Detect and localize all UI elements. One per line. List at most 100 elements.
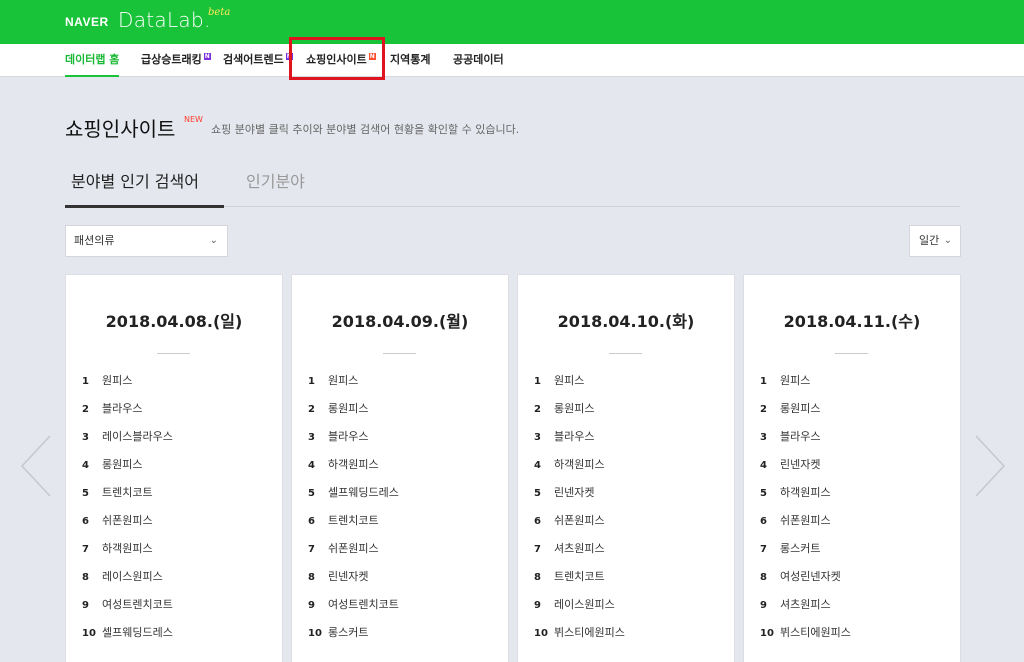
nav-item-trending[interactable]: 급상승트래킹 N [141, 44, 211, 77]
rank-item[interactable]: 2 롱원피스 [308, 400, 498, 428]
main-nav: 데이터랩 홈 급상승트래킹 N 검색어트렌드 N 쇼핑인사이트 N 지역통계 공공데이… [0, 44, 1024, 77]
ranking-card: 2018.04.09.(월) 1 원피스 2 롱원피스 3 블라우스 4 하객원피스 5 셀프웨딩… [291, 274, 509, 662]
nav-item-regional-stats[interactable]: 지역통계 [390, 44, 430, 77]
rank-number: 8 [308, 572, 315, 583]
rank-item[interactable]: 4 롱원피스 [82, 456, 272, 484]
rank-list: 1 원피스 2 롱원피스 3 블라우스 4 하객원피스 5 셀프웨딩드레스 6 트렌치코트 7 쉬폰원피스… [308, 372, 498, 652]
rank-number: 7 [760, 544, 767, 555]
rank-item[interactable]: 8 린넨자켓 [308, 568, 498, 596]
rank-number: 3 [534, 432, 541, 443]
rank-item[interactable]: 6 쉬폰원피스 [760, 512, 950, 540]
rank-number: 2 [308, 404, 315, 415]
rank-number: 10 [308, 628, 322, 639]
rank-number: 5 [82, 488, 89, 499]
rank-number: 1 [534, 376, 541, 387]
rank-item[interactable]: 9 셔츠원피스 [760, 596, 950, 624]
rank-keyword: 셀프웨딩드레스 [102, 626, 173, 639]
rank-item[interactable]: 2 롱원피스 [760, 400, 950, 428]
rank-keyword: 셔츠원피스 [780, 598, 831, 611]
rank-item[interactable]: 1 원피스 [534, 372, 724, 400]
rank-item[interactable]: 6 쉬폰원피스 [82, 512, 272, 540]
rank-keyword: 하객원피스 [102, 542, 153, 555]
rank-item[interactable]: 7 하객원피스 [82, 540, 272, 568]
rank-keyword: 린넨자켓 [780, 458, 821, 471]
new-badge: NEW [184, 115, 203, 124]
rank-item[interactable]: 6 트렌치코트 [308, 512, 498, 540]
rank-keyword: 린넨자켓 [554, 486, 595, 499]
nav-item-public-data[interactable]: 공공데이터 [453, 44, 504, 77]
rank-keyword: 트렌치코트 [102, 486, 153, 499]
rank-item[interactable]: 3 블라우스 [534, 428, 724, 456]
rank-item[interactable]: 3 레이스블라우스 [82, 428, 272, 456]
tab-popular-categories[interactable]: 인기분야 [246, 168, 305, 192]
rank-number: 8 [82, 572, 89, 583]
rank-item[interactable]: 2 블라우스 [82, 400, 272, 428]
rank-item[interactable]: 3 블라우스 [760, 428, 950, 456]
nav-item-search-trend[interactable]: 검색어트렌드 N [223, 44, 293, 77]
rank-item[interactable]: 2 롱원피스 [534, 400, 724, 428]
rank-item[interactable]: 9 여성트렌치코트 [308, 596, 498, 624]
rank-number: 5 [308, 488, 315, 499]
rank-item[interactable]: 5 셀프웨딩드레스 [308, 484, 498, 512]
rank-item[interactable]: 1 원피스 [308, 372, 498, 400]
rank-keyword: 뷔스티에원피스 [780, 626, 851, 639]
rank-keyword: 원피스 [328, 374, 359, 387]
rank-item[interactable]: 1 원피스 [82, 372, 272, 400]
period-select-value: 일간 [919, 234, 940, 247]
rank-keyword: 롱스커트 [328, 626, 369, 639]
rank-item[interactable]: 10 셀프웨딩드레스 [82, 624, 272, 652]
datalab-logo[interactable]: DataLab. [118, 8, 211, 32]
rank-keyword: 트렌치코트 [328, 514, 379, 527]
page-title: 쇼핑인사이트 [65, 117, 176, 141]
rank-keyword: 여성트렌치코트 [102, 598, 173, 611]
rank-keyword: 셔츠원피스 [554, 542, 605, 555]
naver-logo[interactable]: NAVER [65, 15, 109, 29]
rank-item[interactable]: 7 셔츠원피스 [534, 540, 724, 568]
rank-number: 3 [760, 432, 767, 443]
rank-item[interactable]: 3 블라우스 [308, 428, 498, 456]
rank-item[interactable]: 5 린넨자켓 [534, 484, 724, 512]
category-select[interactable]: 패션의류 ⌄ [65, 225, 228, 257]
rank-item[interactable]: 9 레이스원피스 [534, 596, 724, 624]
rank-keyword: 하객원피스 [328, 458, 379, 471]
rank-item[interactable]: 4 린넨자켓 [760, 456, 950, 484]
rank-item[interactable]: 10 뷔스티에원피스 [534, 624, 724, 652]
chevron-left-icon[interactable] [18, 434, 54, 498]
rank-keyword: 하객원피스 [554, 458, 605, 471]
nav-item-home[interactable]: 데이터랩 홈 [65, 44, 120, 77]
card-divider [157, 353, 190, 354]
card-divider [383, 353, 416, 354]
rank-number: 7 [534, 544, 541, 555]
rank-item[interactable]: 8 레이스원피스 [82, 568, 272, 596]
rank-number: 9 [760, 600, 767, 611]
rank-keyword: 롱스커트 [780, 542, 821, 555]
rank-item[interactable]: 4 하객원피스 [308, 456, 498, 484]
rank-list: 1 원피스 2 블라우스 3 레이스블라우스 4 롱원피스 5 트렌치코트 6 쉬폰원피스 7 하객원피스… [82, 372, 272, 652]
rank-number: 7 [308, 544, 315, 555]
rank-number: 2 [82, 404, 89, 415]
rank-item[interactable]: 9 여성트렌치코트 [82, 596, 272, 624]
rank-keyword: 쉬폰원피스 [328, 542, 379, 555]
rank-item[interactable]: 6 쉬폰원피스 [534, 512, 724, 540]
rank-keyword: 쉬폰원피스 [554, 514, 605, 527]
rank-number: 2 [534, 404, 541, 415]
ranking-card: 2018.04.10.(화) 1 원피스 2 롱원피스 3 블라우스 4 하객원피스 5 린넨자켓… [517, 274, 735, 662]
rank-keyword: 트렌치코트 [554, 570, 605, 583]
rank-item[interactable]: 8 여성린넨자켓 [760, 568, 950, 596]
rank-number: 4 [308, 460, 315, 471]
beta-label: beta [208, 7, 231, 18]
rank-item[interactable]: 8 트렌치코트 [534, 568, 724, 596]
chevron-right-icon[interactable] [972, 434, 1008, 498]
rank-item[interactable]: 4 하객원피스 [534, 456, 724, 484]
rank-item[interactable]: 7 쉬폰원피스 [308, 540, 498, 568]
period-select[interactable]: 일간 ⌄ [909, 225, 961, 257]
rank-item[interactable]: 5 하객원피스 [760, 484, 950, 512]
rank-number: 1 [82, 376, 89, 387]
rank-keyword: 블라우스 [102, 402, 143, 415]
rank-item[interactable]: 5 트렌치코트 [82, 484, 272, 512]
rank-item[interactable]: 10 롱스커트 [308, 624, 498, 652]
tab-popular-keywords[interactable]: 분야별 인기 검색어 [71, 168, 199, 192]
rank-item[interactable]: 7 롱스커트 [760, 540, 950, 568]
rank-item[interactable]: 1 원피스 [760, 372, 950, 400]
rank-item[interactable]: 10 뷔스티에원피스 [760, 624, 950, 652]
